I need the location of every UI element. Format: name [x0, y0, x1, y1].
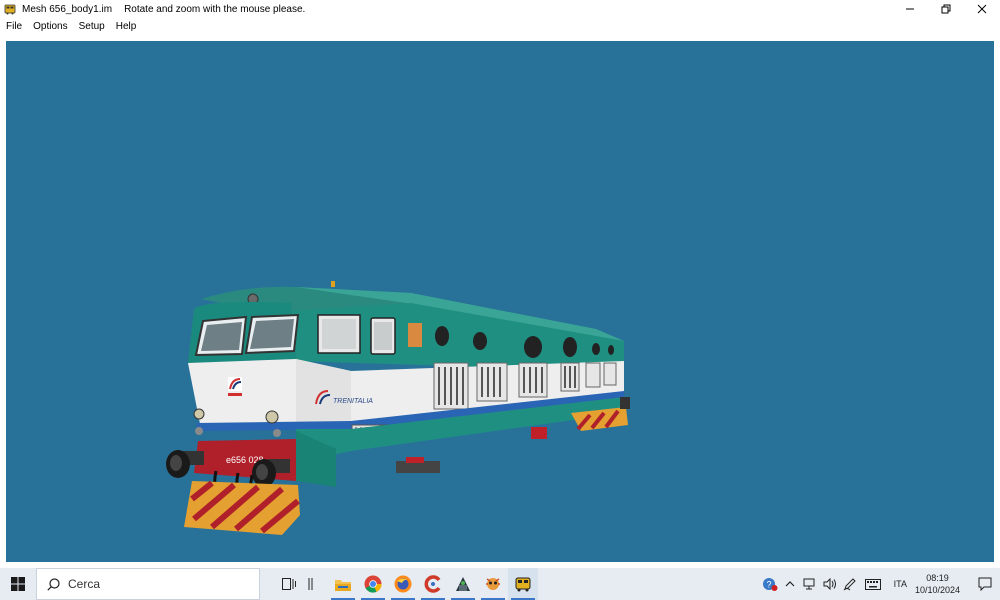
menu-options[interactable]: Options	[33, 21, 67, 32]
minimize-icon	[906, 8, 914, 10]
menu-setup[interactable]: Setup	[79, 21, 105, 32]
train-app-button[interactable]	[508, 568, 538, 600]
chrome-button[interactable]	[358, 568, 388, 600]
network-icon	[803, 578, 815, 590]
help-icon: ?	[762, 578, 778, 591]
firefox-button[interactable]	[388, 568, 418, 600]
windows-start-icon	[11, 577, 25, 591]
menu-help[interactable]: Help	[116, 21, 137, 32]
network-button[interactable]	[800, 568, 820, 600]
ccleaner-button[interactable]	[418, 568, 448, 600]
app-button-3[interactable]	[478, 568, 508, 600]
restore-button[interactable]	[928, 0, 964, 18]
notification-icon	[978, 577, 992, 591]
svg-text:?: ?	[766, 580, 771, 590]
app-icon	[4, 4, 16, 15]
app-button-2[interactable]	[448, 568, 478, 600]
language-indicator[interactable]: ITA	[894, 579, 907, 589]
train-app-icon	[515, 577, 531, 592]
menu-bar: File Options Setup Help	[0, 18, 1000, 34]
taskbar: ? ITA 08:19 10/10/2024	[0, 568, 1000, 600]
pen-icon	[843, 578, 856, 591]
ccleaner-icon	[424, 575, 441, 593]
fs-logo-front	[228, 377, 242, 396]
app-icon-2	[456, 577, 470, 591]
clock[interactable]: 08:19 10/10/2024	[915, 572, 960, 596]
notification-button[interactable]	[970, 568, 1000, 600]
pen-button[interactable]	[840, 568, 860, 600]
chevron-up-icon	[785, 581, 795, 587]
window-controls	[892, 0, 1000, 18]
help-tray-button[interactable]: ?	[760, 568, 780, 600]
clock-date: 10/10/2024	[914, 585, 960, 595]
window-instruction: Rotate and zoom with the mouse please.	[124, 3, 306, 15]
keyboard-icon	[864, 578, 881, 590]
volume-icon	[823, 578, 836, 590]
minimize-button[interactable]	[892, 0, 928, 18]
window-title: Mesh 656_body1.im	[22, 3, 113, 15]
file-explorer-icon	[335, 579, 351, 591]
restore-icon	[941, 4, 951, 14]
touch-keyboard-button[interactable]	[860, 568, 886, 600]
chrome-icon	[364, 575, 382, 593]
task-view-button[interactable]	[274, 568, 304, 600]
search-box[interactable]	[36, 568, 260, 600]
file-explorer-button[interactable]	[328, 568, 358, 600]
close-button[interactable]	[964, 0, 1000, 18]
start-button[interactable]	[0, 568, 36, 600]
show-hidden-icons-button[interactable]	[780, 568, 800, 600]
task-view-icon	[282, 578, 296, 590]
volume-button[interactable]	[820, 568, 840, 600]
clock-time: 08:19	[926, 573, 949, 583]
3d-viewport[interactable]: TRENITALIA e656 028	[6, 41, 994, 562]
taskbar-separator	[304, 568, 318, 600]
app-icon-3	[486, 578, 500, 590]
menu-file[interactable]: File	[6, 21, 22, 32]
close-icon	[977, 4, 987, 14]
title-bar: Mesh 656_body1.im Rotate and zoom with t…	[0, 0, 1000, 18]
brand-label: TRENITALIA	[333, 398, 373, 405]
search-icon	[47, 577, 60, 591]
search-input[interactable]	[68, 577, 238, 591]
locomotive-model: TRENITALIA e656 028	[166, 281, 630, 535]
firefox-icon	[394, 575, 412, 593]
system-tray: ? ITA 08:19 10/10/2024	[760, 568, 1000, 600]
